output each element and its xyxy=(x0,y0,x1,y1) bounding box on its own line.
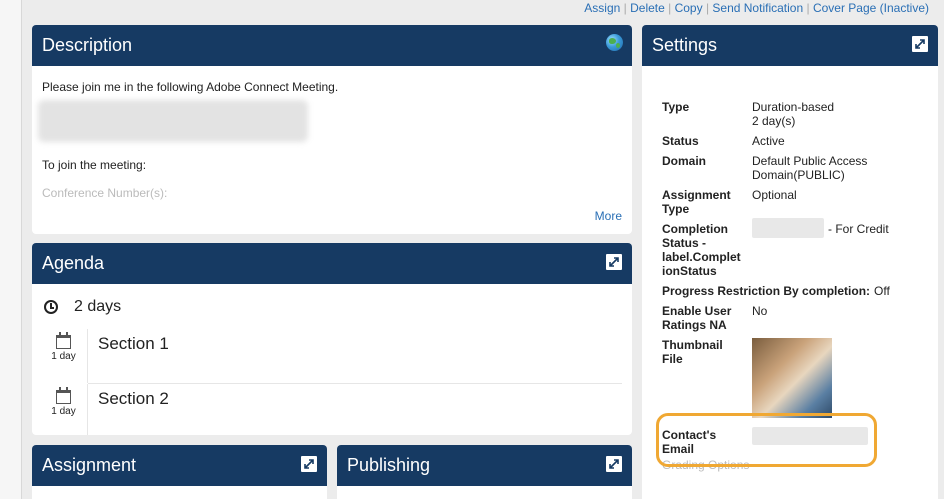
delete-link[interactable]: Delete xyxy=(630,1,665,15)
assignment-type-label-2: Type xyxy=(662,202,690,216)
assignment-type-value: Optional xyxy=(752,188,797,202)
status-label: Status xyxy=(662,134,699,148)
globe-icon[interactable] xyxy=(606,34,623,51)
progress-restriction-label: Progress Restriction By completion: xyxy=(662,284,871,298)
agenda-duration-text: 2 days xyxy=(74,297,122,315)
type-label: Type xyxy=(662,100,690,114)
agenda-section-row[interactable]: 1 day Section 1 xyxy=(40,329,622,383)
section-title[interactable]: Section 2 xyxy=(98,384,169,414)
settings-body: Type Duration-based 2 day(s) Status Activ… xyxy=(642,66,938,472)
completion-label-4: ionStatus xyxy=(662,264,717,278)
publishing-title: Publishing xyxy=(347,455,431,475)
domain-label: Domain xyxy=(662,154,707,168)
type-duration: 2 day(s) xyxy=(752,114,796,128)
assignment-header: Assignment xyxy=(32,445,327,486)
expand-icon[interactable] xyxy=(301,456,317,472)
more-link[interactable]: More xyxy=(595,209,622,223)
description-line-2: To join the meeting: xyxy=(42,158,147,172)
expand-icon[interactable] xyxy=(912,36,928,52)
assignment-type-label: Assignment xyxy=(662,188,731,202)
setting-progress-restriction: Progress Restriction By completion: Off xyxy=(662,284,938,298)
clock-icon xyxy=(44,299,58,314)
type-value: Duration-based xyxy=(752,100,835,114)
copy-link[interactable]: Copy xyxy=(675,1,703,15)
section-day-label: 1 day xyxy=(51,406,76,417)
assignment-panel: Assignment xyxy=(32,445,327,499)
section-day-column: 1 day xyxy=(40,384,88,435)
cover-page-link[interactable]: Cover Page (Inactive) xyxy=(813,1,929,15)
settings-title: Settings xyxy=(652,35,718,55)
redacted-value xyxy=(752,218,824,238)
setting-user-ratings: Enable User Ratings NA No xyxy=(662,304,938,332)
send-notification-link[interactable]: Send Notification xyxy=(712,1,803,15)
description-body: Please join me in the following Adobe Co… xyxy=(32,66,632,234)
setting-status: Status Active xyxy=(662,134,938,148)
section-day-column: 1 day xyxy=(40,329,88,383)
publishing-panel: Publishing xyxy=(337,445,632,499)
section-day-label: 1 day xyxy=(51,351,76,362)
description-panel: Description Please join me in the follow… xyxy=(32,25,632,234)
settings-header: Settings xyxy=(642,25,938,66)
domain-value: Default Public Access xyxy=(752,154,868,168)
left-sidebar-strip xyxy=(0,0,22,499)
calendar-icon xyxy=(56,387,71,404)
redacted-content xyxy=(38,100,308,142)
description-title: Description xyxy=(42,35,133,55)
setting-type: Type Duration-based 2 day(s) xyxy=(662,100,938,128)
calendar-icon xyxy=(56,332,71,349)
setting-completion-status: Completion Status - label.Complet ionSta… xyxy=(662,218,938,278)
description-line-3: Conference Number(s): xyxy=(42,186,168,200)
thumbnail-image[interactable] xyxy=(752,338,832,418)
expand-icon[interactable] xyxy=(606,456,622,472)
agenda-title: Agenda xyxy=(42,253,105,273)
section-title[interactable]: Section 1 xyxy=(98,329,169,359)
progress-restriction-value: Off xyxy=(874,284,890,298)
highlight-outline xyxy=(656,413,877,467)
assign-link[interactable]: Assign xyxy=(584,1,620,15)
action-links: Assign | Delete | Copy | Send Notificati… xyxy=(584,1,929,15)
setting-thumbnail: Thumbnail File xyxy=(662,338,938,418)
agenda-header: Agenda xyxy=(32,243,632,284)
ratings-value: No xyxy=(752,304,768,318)
completion-value: - For Credit xyxy=(828,222,889,236)
status-value: Active xyxy=(752,134,785,148)
domain-value-suffix: Domain(PUBLIC) xyxy=(752,168,845,182)
completion-label-3: label.Complet xyxy=(662,250,741,264)
publishing-header: Publishing xyxy=(337,445,632,486)
completion-label-2: Status - xyxy=(662,236,707,250)
setting-assignment-type: Assignment Type Optional xyxy=(662,188,938,216)
thumbnail-label-2: File xyxy=(662,352,683,366)
setting-domain: Domain Default Public Access Domain(PUBLI… xyxy=(662,154,938,182)
thumbnail-label: Thumbnail xyxy=(662,338,723,352)
expand-icon[interactable] xyxy=(606,254,622,270)
assignment-title: Assignment xyxy=(42,455,137,475)
description-line-1: Please join me in the following Adobe Co… xyxy=(42,80,339,94)
agenda-duration: 2 days xyxy=(32,284,632,329)
agenda-panel: Agenda 2 days 1 day Section 1 1 day Sect… xyxy=(32,243,632,435)
description-header: Description xyxy=(32,25,632,66)
ratings-label: Enable User xyxy=(662,304,732,318)
completion-label: Completion xyxy=(662,222,728,236)
ratings-label-2: Ratings NA xyxy=(662,318,727,332)
agenda-section-row[interactable]: 1 day Section 2 xyxy=(40,384,622,435)
